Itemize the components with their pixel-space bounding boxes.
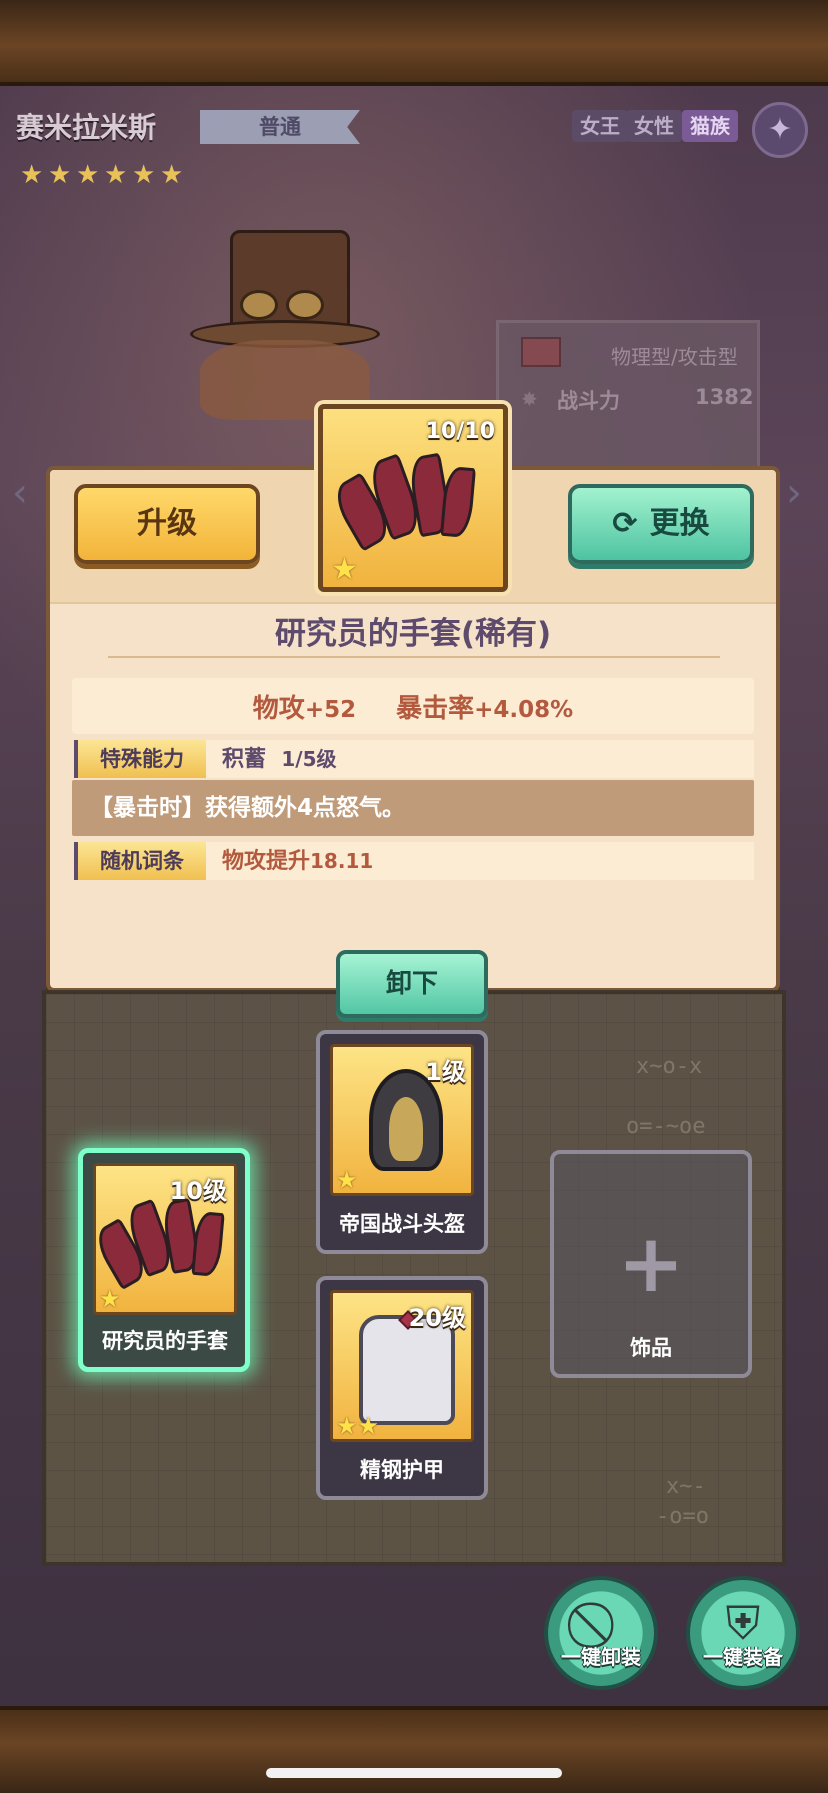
armor-level: 20级 (408, 1304, 466, 1332)
random-affix: 物攻提升18.11 (222, 849, 374, 874)
claw-gloves-icon (328, 447, 483, 557)
upgrade-button[interactable]: 升级 (74, 484, 260, 564)
star-icon: ★ (76, 160, 100, 190)
special-ability: 积蓄 1/5级 (222, 747, 337, 772)
hero-portrait (180, 230, 390, 420)
unequip-all-label: 一键卸装 (561, 1645, 641, 1669)
gloves-level: 10级 (169, 1177, 227, 1205)
home-indicator[interactable] (266, 1768, 562, 1778)
hero-type: 物理型/攻击型 (611, 345, 738, 369)
divider (108, 656, 720, 658)
bottom-wood-frame (0, 1706, 828, 1793)
slot-accessory[interactable]: + 饰品 (550, 1150, 752, 1378)
star-icon: ★ (99, 1285, 121, 1313)
star-icon: ★ (48, 160, 72, 190)
power-value: 1382 (695, 385, 754, 409)
special-ability-description: 【暴击时】获得额外4点怒气。 (72, 780, 754, 836)
power-icon: ✸ (521, 387, 538, 411)
trait-tag-cat: 猫族 (682, 110, 738, 142)
replace-label: 更换 (649, 506, 710, 541)
hero-stars: ★ ★ ★ ★ ★ ★ (20, 162, 186, 188)
attribute-row: 物攻+52 暴击率+4.08% (72, 678, 754, 734)
star-icon: ★ (331, 552, 358, 587)
item-name: 研究员的手套(稀有) (274, 616, 552, 652)
accessory-label: 饰品 (630, 1336, 672, 1360)
equip-all-button[interactable]: ⛨ 一键装备 (686, 1576, 800, 1690)
hero-name: 赛米拉米斯 (16, 111, 157, 144)
star-icon: ★ (20, 160, 44, 190)
equipment-level: 10/10 (425, 419, 495, 444)
trait-tag-queen: 女王 (572, 110, 628, 142)
star-icon: ★ (132, 160, 156, 190)
unequip-all-button[interactable]: ⃠ 一键卸装 (544, 1576, 658, 1690)
claw-gloves-icon (90, 1194, 228, 1294)
attr-crit-rate: 暴击率+4.08% (396, 693, 574, 724)
armor-name: 精钢护甲 (360, 1458, 444, 1482)
special-ability-tag: 特殊能力 (74, 740, 206, 778)
slot-helmet[interactable]: 1级 ★ 帝国战斗头盔 (316, 1030, 488, 1254)
slot-armor[interactable]: 20级 ★★ 精钢护甲 (316, 1276, 488, 1500)
replace-button[interactable]: ⟳ 更换 (568, 484, 754, 564)
next-hero-arrow-icon[interactable]: › (786, 470, 802, 516)
equip-all-label: 一键装备 (703, 1645, 783, 1669)
refresh-icon: ⟳ (612, 506, 638, 541)
unequip-button[interactable]: 卸下 (336, 950, 488, 1018)
power-label: 战斗力 (557, 389, 620, 413)
prev-hero-arrow-icon[interactable]: ‹ (12, 470, 28, 516)
top-wood-frame (0, 0, 828, 86)
star-icon: ★ (104, 160, 128, 190)
star-icon: ★ (336, 1166, 358, 1194)
star-icon: ★ (160, 160, 184, 190)
gloves-name: 研究员的手套 (102, 1329, 228, 1353)
hero-stat-card: 物理型/攻击型 ✸ 战斗力 1382 (496, 320, 760, 470)
helmet-name: 帝国战斗头盔 (339, 1212, 465, 1236)
trait-tag-female: 女性 (626, 110, 682, 142)
selected-equipment-icon: 10/10 ★ (318, 404, 508, 592)
fish-bone-faction-icon: ✦ (752, 102, 808, 158)
slot-gloves[interactable]: 10级 ★ 研究员的手套 (78, 1148, 250, 1372)
random-affix-tag: 随机词条 (74, 842, 206, 880)
star-icon: ★★ (336, 1412, 380, 1440)
attr-attack: 物攻+52 (252, 693, 357, 724)
plus-icon: + (617, 1217, 685, 1310)
helmet-level: 1级 (425, 1058, 466, 1086)
goggles-graphic (240, 290, 340, 320)
rarity-tag: 普通 (200, 110, 360, 144)
type-icon (521, 337, 561, 367)
